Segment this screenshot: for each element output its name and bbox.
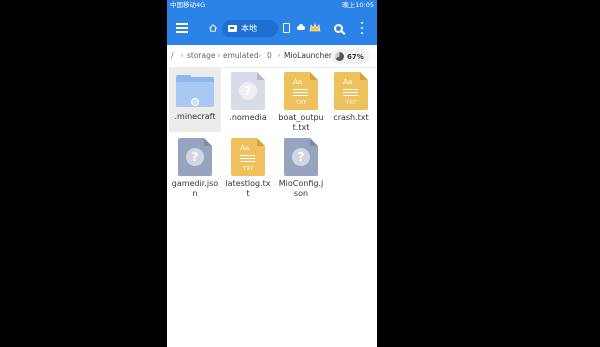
tab-local-label: 本地: [241, 24, 257, 33]
file-name: gamedir.json: [171, 179, 219, 198]
text-file-icon: Aa TXT: [231, 138, 265, 176]
chevron-right-icon: ›: [258, 51, 262, 61]
file-name: boat_output.txt: [278, 113, 324, 132]
crown-icon[interactable]: [308, 11, 322, 45]
unknown-file-icon: ?: [284, 138, 318, 176]
file-item-boat-output[interactable]: Aa TXT boat_output.txt: [275, 68, 327, 133]
file-name: .minecraft: [174, 112, 216, 121]
more-options-icon[interactable]: [357, 11, 367, 45]
chevron-right-icon: ›: [277, 51, 281, 61]
file-item-gamedir[interactable]: ? gamedir.json: [169, 134, 221, 199]
clock-label: 晚上10:05: [342, 1, 374, 9]
phone-screen: 中国移动4G 晚上10:05 本地 / › storage › emulated…: [167, 0, 377, 347]
file-item-latestlog[interactable]: Aa TXT latestlog.txt: [222, 134, 274, 199]
unknown-file-icon: ?: [178, 138, 212, 176]
unknown-file-icon: ?: [231, 72, 265, 110]
file-name: latestlog.txt: [225, 179, 271, 198]
file-name: MioConfig.json: [278, 179, 324, 198]
home-icon[interactable]: [208, 11, 218, 45]
chevron-right-icon: ›: [180, 51, 184, 61]
folder-icon: [176, 75, 214, 107]
toolbar: 本地: [167, 11, 377, 45]
breadcrumb-emulated[interactable]: emulated: [223, 45, 259, 67]
tab-local[interactable]: 本地: [222, 20, 278, 37]
breadcrumb-miolauncher[interactable]: MioLauncher: [284, 45, 332, 67]
file-item-crash[interactable]: Aa TXT crash.txt: [325, 68, 377, 123]
breadcrumb: / › storage › emulated › 0 › MioLauncher…: [167, 45, 377, 68]
file-item-minecraft[interactable]: .minecraft: [169, 68, 221, 132]
carrier-label: 中国移动4G: [170, 1, 206, 9]
breadcrumb-0[interactable]: 0: [267, 45, 272, 67]
file-item-mioconfig[interactable]: ? MioConfig.json: [275, 134, 327, 199]
status-bar: 中国移动4G 晚上10:05: [167, 0, 377, 11]
breadcrumb-root[interactable]: /: [171, 45, 174, 67]
storage-pie-icon: [335, 52, 344, 61]
text-file-icon: Aa TXT: [284, 72, 318, 110]
search-icon[interactable]: [330, 11, 346, 45]
menu-icon[interactable]: [173, 11, 191, 45]
chevron-right-icon: ›: [217, 51, 221, 61]
file-name: .nomedia: [229, 113, 267, 122]
storage-percent: 67%: [347, 52, 364, 61]
cloud-icon[interactable]: [295, 11, 307, 45]
file-item-nomedia[interactable]: ? .nomedia: [222, 68, 274, 123]
storage-usage-badge[interactable]: 67%: [331, 49, 369, 64]
phone-icon[interactable]: [281, 11, 291, 45]
text-file-icon: Aa TXT: [334, 72, 368, 110]
breadcrumb-storage[interactable]: storage: [187, 45, 216, 67]
local-storage-icon: [228, 25, 237, 32]
file-name: crash.txt: [333, 113, 369, 122]
